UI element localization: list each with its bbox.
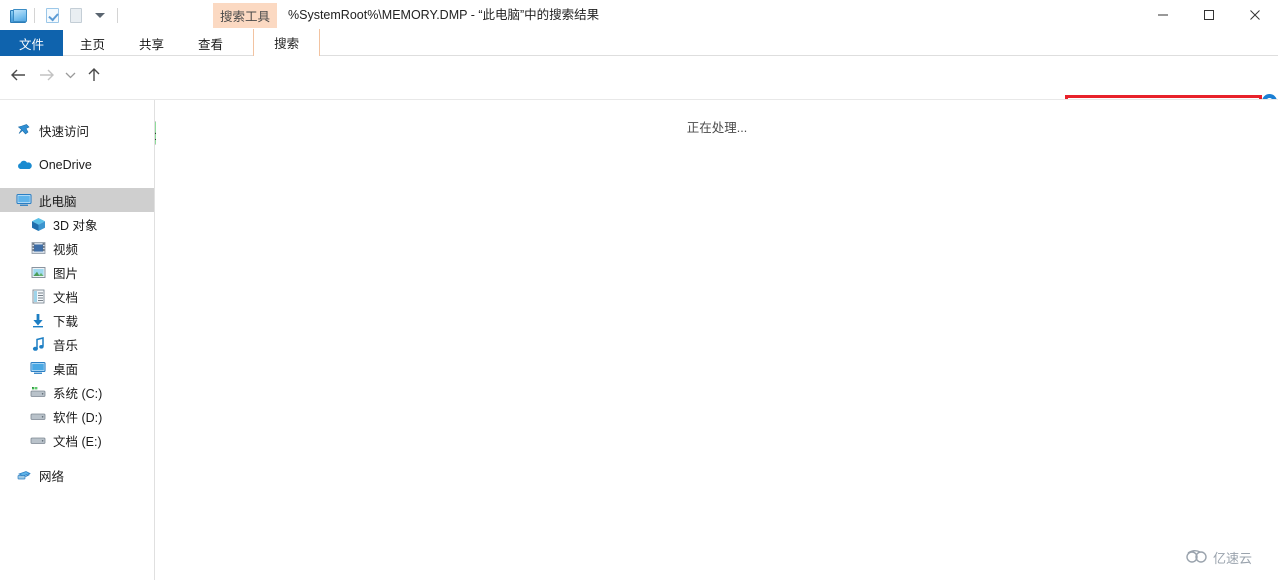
sidebar-item-network[interactable]: 网络 (0, 463, 154, 487)
sidebar-item-desktop[interactable]: 桌面 (0, 356, 154, 380)
desktop-icon (30, 360, 46, 376)
sidebar-item-pictures[interactable]: 图片 (0, 260, 154, 284)
sidebar-item-documents[interactable]: 文档 (0, 284, 154, 308)
cloud-logo-icon (1185, 549, 1209, 567)
ribbon-tab-bar: 文件 主页 共享 查看 搜索 (0, 29, 1278, 56)
explorer-icon[interactable] (6, 4, 28, 26)
sidebar-item-label: 图片 (53, 266, 79, 281)
up-button[interactable] (80, 60, 108, 90)
tab-home[interactable]: 主页 (63, 30, 122, 56)
tab-file[interactable]: 文件 (0, 30, 64, 56)
sidebar-item-label: 下载 (53, 314, 79, 329)
documents-icon (30, 288, 46, 304)
sidebar-item-label: OneDrive (39, 158, 92, 172)
system-drive-icon (30, 384, 46, 400)
sidebar-item-music[interactable]: 音乐 (0, 332, 154, 356)
minimize-button[interactable] (1140, 0, 1186, 30)
navigation-row: ▸ “此电脑”中的搜索结果 ystemRoot%\MEMORY.DMP ? (0, 57, 1278, 202)
sidebar-item-label: 此电脑 (39, 194, 77, 209)
sidebar-item-label: 视频 (53, 242, 79, 257)
recent-locations-button[interactable] (60, 60, 80, 90)
sidebar-item-downloads[interactable]: 下载 (0, 308, 154, 332)
sidebar-item-3d-objects[interactable]: 3D 对象 (0, 212, 154, 236)
toolbar-divider-2 (117, 7, 118, 23)
tab-share[interactable]: 共享 (122, 30, 181, 56)
new-folder-icon[interactable] (65, 4, 87, 26)
pin-icon (16, 122, 32, 138)
videos-icon (30, 240, 46, 256)
sidebar-item-label: 软件 (D:) (53, 410, 103, 425)
toolbar-divider (34, 7, 35, 23)
pictures-icon (30, 264, 46, 280)
customize-dropdown-icon[interactable] (89, 4, 111, 26)
sidebar-item-onedrive[interactable]: OneDrive (0, 153, 154, 177)
downloads-icon (30, 312, 46, 328)
watermark: 亿速云 (1185, 548, 1252, 567)
sidebar-item-this-pc[interactable]: 此电脑 (0, 188, 154, 212)
forward-button (32, 60, 60, 90)
back-button[interactable] (4, 60, 32, 90)
sidebar-item-label: 文档 (E:) (53, 434, 102, 449)
sidebar-item-drive-e[interactable]: 文档 (E:) (0, 428, 154, 452)
tab-search[interactable]: 搜索 (253, 29, 321, 56)
sidebar-item-quick-access[interactable]: 快速访问 (0, 118, 154, 142)
drive-icon (30, 432, 46, 448)
file-list-pane[interactable]: 正在处理... (156, 100, 1278, 580)
sidebar-item-label: 系统 (C:) (53, 386, 103, 401)
properties-icon[interactable] (41, 4, 63, 26)
tab-view[interactable]: 查看 (181, 30, 240, 56)
processing-status: 正在处理... (686, 121, 748, 135)
file-explorer-window: 搜索工具 %SystemRoot%\MEMORY.DMP - “此电脑”中的搜索… (0, 0, 1278, 580)
window-controls (1140, 0, 1278, 30)
contextual-tab-header: 搜索工具 (213, 3, 277, 28)
navigation-pane: 快速访问 OneDrive 此电脑 3D 对象 视频 图片 文档 下载 音乐 桌… (0, 100, 155, 580)
close-button[interactable] (1232, 0, 1278, 30)
ribbon-tabs: 文件 主页 共享 查看 搜索 (0, 29, 321, 56)
sidebar-item-label: 桌面 (53, 362, 79, 377)
music-icon (30, 336, 46, 352)
window-title: %SystemRoot%\MEMORY.DMP - “此电脑”中的搜索结果 (288, 8, 600, 22)
title-bar: 搜索工具 %SystemRoot%\MEMORY.DMP - “此电脑”中的搜索… (0, 0, 1278, 30)
quick-access-toolbar (6, 4, 122, 26)
sidebar-item-system-drive-c[interactable]: 系统 (C:) (0, 380, 154, 404)
sidebar-item-drive-d[interactable]: 软件 (D:) (0, 404, 154, 428)
drive-icon (30, 408, 46, 424)
maximize-button[interactable] (1186, 0, 1232, 30)
sidebar-item-label: 文档 (53, 290, 79, 305)
navigation-buttons (4, 57, 108, 93)
sidebar-item-label: 快速访问 (39, 124, 90, 139)
sidebar-item-label: 网络 (39, 469, 65, 484)
cloud-icon (16, 157, 32, 173)
3d-objects-icon (30, 216, 46, 232)
network-icon (16, 467, 32, 483)
sidebar-item-label: 音乐 (53, 338, 79, 353)
this-pc-icon (16, 192, 32, 208)
watermark-text: 亿速云 (1213, 551, 1253, 566)
sidebar-item-label: 3D 对象 (53, 218, 98, 233)
sidebar-item-videos[interactable]: 视频 (0, 236, 154, 260)
